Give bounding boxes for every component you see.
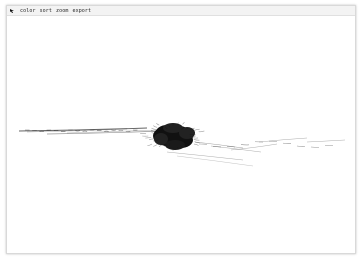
edge-stroke (153, 126, 157, 128)
dense-node-cluster (153, 123, 195, 150)
graph-visualization[interactable] (7, 16, 355, 253)
edge-stroke (194, 129, 199, 130)
edge-stroke (227, 147, 235, 148)
graph-canvas[interactable] (7, 16, 355, 253)
edge-stroke (147, 144, 152, 145)
edge-stroke (153, 145, 157, 147)
edge-stroke (156, 123, 159, 125)
app-window: color sort zoom export (6, 5, 356, 254)
edge-stroke (199, 131, 205, 132)
edge-stroke (194, 139, 200, 140)
edge-stroke (177, 156, 253, 166)
edge-stroke (140, 133, 146, 134)
edge-stroke (194, 144, 199, 145)
edge-stroke (151, 128, 156, 129)
edge-stroke (192, 138, 198, 139)
edge-stroke (182, 122, 184, 124)
edge-stroke (259, 138, 307, 142)
menu-item-zoom[interactable]: zoom (56, 8, 68, 14)
menu-bar: color sort zoom export (7, 6, 355, 16)
menu-item-color[interactable]: color (20, 8, 36, 14)
edge-stroke (149, 139, 155, 140)
edge-stroke (241, 144, 249, 145)
menu-item-export[interactable]: export (72, 8, 91, 14)
app-logo-icon (9, 8, 15, 14)
menu-item-sort[interactable]: sort (40, 8, 52, 14)
edge-stroke (307, 140, 345, 142)
edge-stroke (283, 143, 291, 144)
edge-stroke (159, 145, 162, 147)
